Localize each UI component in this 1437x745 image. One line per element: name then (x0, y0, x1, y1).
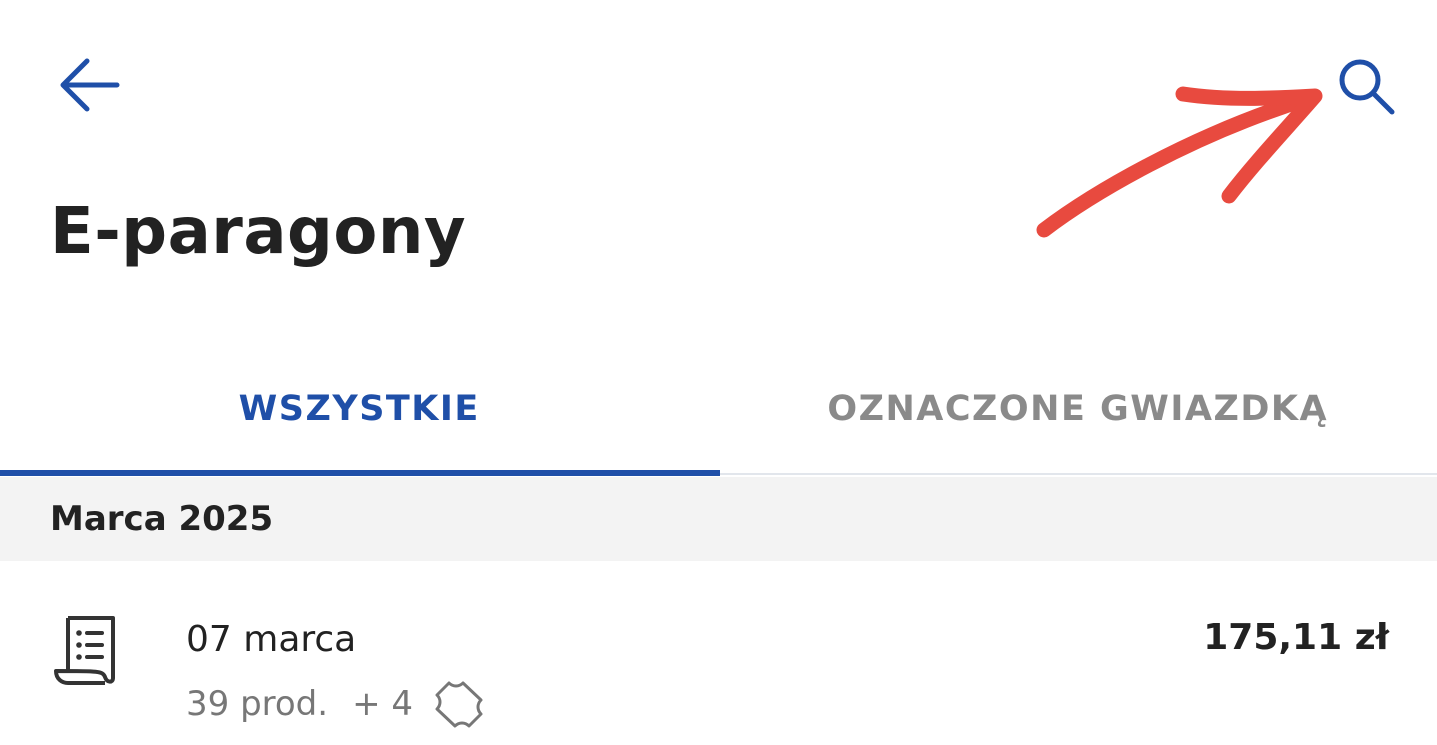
month-label: Marca 2025 (50, 499, 274, 539)
product-count: 39 prod. (186, 684, 329, 724)
page-title: E-paragony (50, 195, 467, 269)
receipt-amount: 175,11 zł (1203, 617, 1389, 658)
tab-starred[interactable]: OZNACZONE GWIAZDKĄ (719, 340, 1437, 477)
tab-all[interactable]: WSZYSTKIE (0, 340, 719, 477)
tab-divider (720, 473, 1437, 475)
search-icon (1339, 59, 1395, 115)
receipt-icon (54, 616, 115, 685)
active-tab-indicator (0, 470, 720, 476)
red-annotation-arrow (1036, 86, 1323, 238)
receipt-date: 07 marca (186, 619, 357, 660)
search-button[interactable] (1322, 42, 1412, 132)
tab-bar: WSZYSTKIE OZNACZONE GWIAZDKĄ (0, 340, 1437, 477)
extra-count: + 4 (352, 684, 414, 724)
receipt-meta: 39 prod. + 4 (186, 679, 485, 729)
receipts-screen: E-paragony WSZYSTKIE OZNACZONE GWIAZDKĄ … (0, 0, 1437, 745)
coupon-icon (435, 681, 483, 728)
arrow-left-icon (60, 58, 120, 112)
month-section-header: Marca 2025 (0, 477, 1437, 561)
back-button[interactable] (50, 45, 130, 125)
receipt-list-item[interactable]: 07 marca 39 prod. + 4 175,11 zł (0, 561, 1437, 745)
